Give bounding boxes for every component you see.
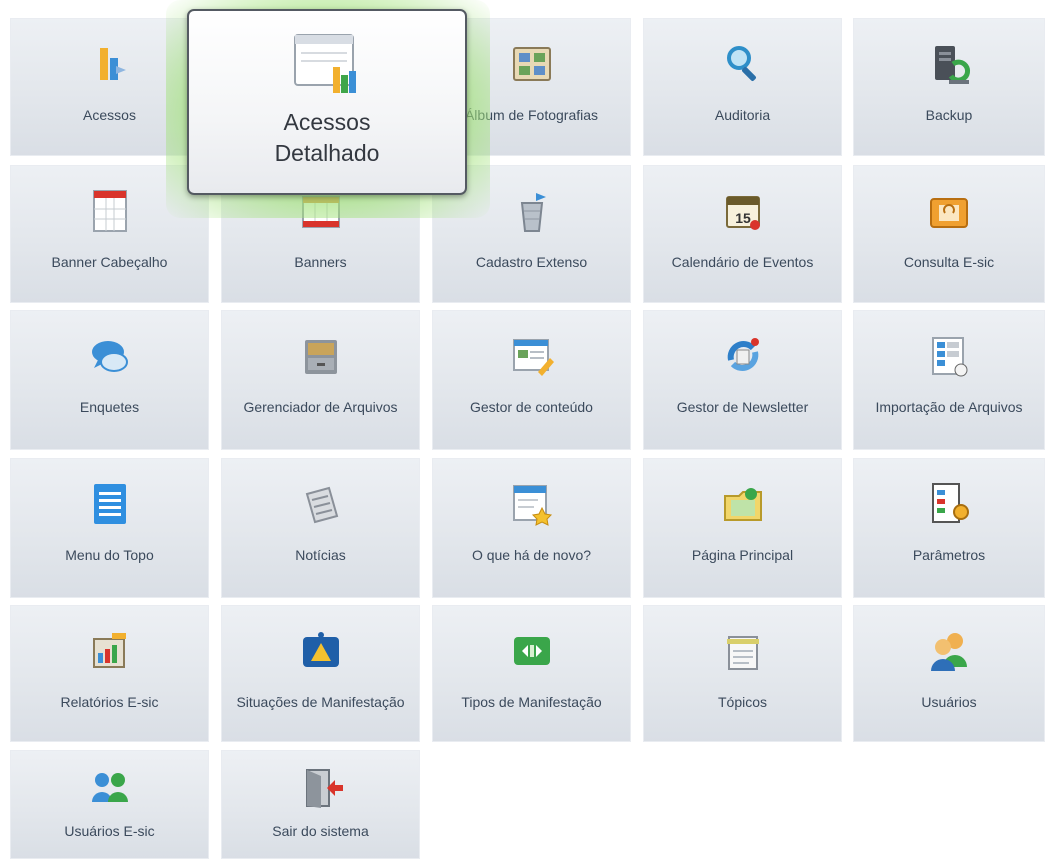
tile-label: Usuários E-sic <box>64 823 155 839</box>
topics-notepad-icon <box>719 627 767 675</box>
tile-pagina-principal[interactable]: Página Principal <box>643 458 842 598</box>
tile-label: Tópicos <box>717 694 768 710</box>
tile-usuarios[interactable]: Usuários <box>853 605 1045 742</box>
magnifier-icon <box>719 40 767 88</box>
svg-text:15: 15 <box>735 210 751 226</box>
tile-label: Banner Cabeçalho <box>51 254 168 270</box>
whats-new-icon <box>508 480 556 528</box>
tile-sair-do-sistema[interactable]: Sair do sistema <box>221 750 420 859</box>
parameters-icon <box>925 480 973 528</box>
import-files-icon <box>925 332 973 380</box>
tile-tipos-de-manifestacao[interactable]: Tipos de Manifestação <box>432 605 631 742</box>
tile-label: Parâmetros <box>912 547 986 563</box>
warning-status-icon <box>297 627 345 675</box>
tile-label: O que há de novo? <box>471 547 592 563</box>
tile-label: Menu do Topo <box>65 547 154 563</box>
tile-parametros[interactable]: Parâmetros <box>853 458 1045 598</box>
admin-module-grid: Acessos Álbum de Fotografias Auditoria Back… <box>0 0 1045 859</box>
tile-label: Acessos Detalhado <box>199 107 455 169</box>
newspaper-icon <box>297 480 345 528</box>
tile-auditoria[interactable]: Auditoria <box>643 18 842 156</box>
tile-label: Cadastro Extenso <box>475 254 588 270</box>
header-banner-icon <box>86 187 134 235</box>
manifestation-types-icon <box>508 627 556 675</box>
tile-label: Gestor de Newsletter <box>676 399 809 415</box>
tile-label: Notícias <box>295 547 346 563</box>
tile-label: Auditoria <box>714 107 771 123</box>
tile-label-line-2: Detalhado <box>274 140 380 166</box>
tile-label: Usuários <box>921 694 977 710</box>
backup-server-icon <box>925 40 973 88</box>
tile-label: Calendário de Eventos <box>671 254 814 270</box>
tile-label: Página Principal <box>691 547 794 563</box>
tile-label: Gestor de conteúdo <box>470 399 593 415</box>
tile-label: Situações de Manifestação <box>236 694 405 710</box>
tile-noticias[interactable]: Notícias <box>221 458 420 598</box>
top-menu-icon <box>86 480 134 528</box>
content-editor-icon <box>508 332 556 380</box>
detailed-chart-icon <box>291 31 363 97</box>
calendar-icon: 15 <box>719 187 767 235</box>
tile-gestor-de-newsletter[interactable]: Gestor de Newsletter <box>643 310 842 450</box>
tile-usuarios-e-sic[interactable]: Usuários E-sic <box>10 750 209 859</box>
speech-bubbles-icon <box>86 332 134 380</box>
tile-enquetes[interactable]: Enquetes <box>10 310 209 450</box>
tile-calendario-de-eventos[interactable]: 15 Calendário de Eventos <box>643 165 842 303</box>
tile-gestor-de-conteudo[interactable]: Gestor de conteúdo <box>432 310 631 450</box>
tile-label-line-1: Acessos <box>283 109 371 135</box>
tile-label: Sair do sistema <box>272 823 369 839</box>
tile-label: Tipos de Manifestação <box>461 694 602 710</box>
tile-label: Enquetes <box>79 399 140 415</box>
esic-users-icon <box>86 764 134 812</box>
tile-situacoes-de-manifestacao[interactable]: Situações de Manifestação <box>221 605 420 742</box>
tile-backup[interactable]: Backup <box>853 18 1045 156</box>
users-icon <box>925 627 973 675</box>
access-chart-icon <box>86 40 134 88</box>
tile-label: Relatórios E-sic <box>60 694 159 710</box>
home-page-folder-icon <box>719 480 767 528</box>
reports-icon <box>86 627 134 675</box>
tile-label: Consulta E-sic <box>903 254 995 270</box>
tile-importacao-de-arquivos[interactable]: Importação de Arquivos <box>853 310 1045 450</box>
file-cabinet-icon <box>297 332 345 380</box>
tile-relatorios-e-sic[interactable]: Relatórios E-sic <box>10 605 209 742</box>
folder-consult-icon <box>925 187 973 235</box>
tile-topicos[interactable]: Tópicos <box>643 605 842 742</box>
tile-label: Gerenciador de Arquivos <box>243 399 398 415</box>
extended-register-icon <box>508 187 556 235</box>
tile-label: Backup <box>925 107 973 123</box>
exit-door-icon <box>297 764 345 812</box>
tile-menu-do-topo[interactable]: Menu do Topo <box>10 458 209 598</box>
tile-consulta-e-sic[interactable]: Consulta E-sic <box>853 165 1045 303</box>
tile-acessos-detalhado-hovered[interactable]: Acessos Detalhado <box>187 9 467 195</box>
tile-gerenciador-de-arquivos[interactable]: Gerenciador de Arquivos <box>221 310 420 450</box>
tile-o-que-ha-de-novo[interactable]: O que há de novo? <box>432 458 631 598</box>
tile-label: Importação de Arquivos <box>875 399 1023 415</box>
newsletter-refresh-icon <box>719 332 767 380</box>
photo-album-icon <box>508 40 556 88</box>
tile-label: Banners <box>294 254 347 270</box>
